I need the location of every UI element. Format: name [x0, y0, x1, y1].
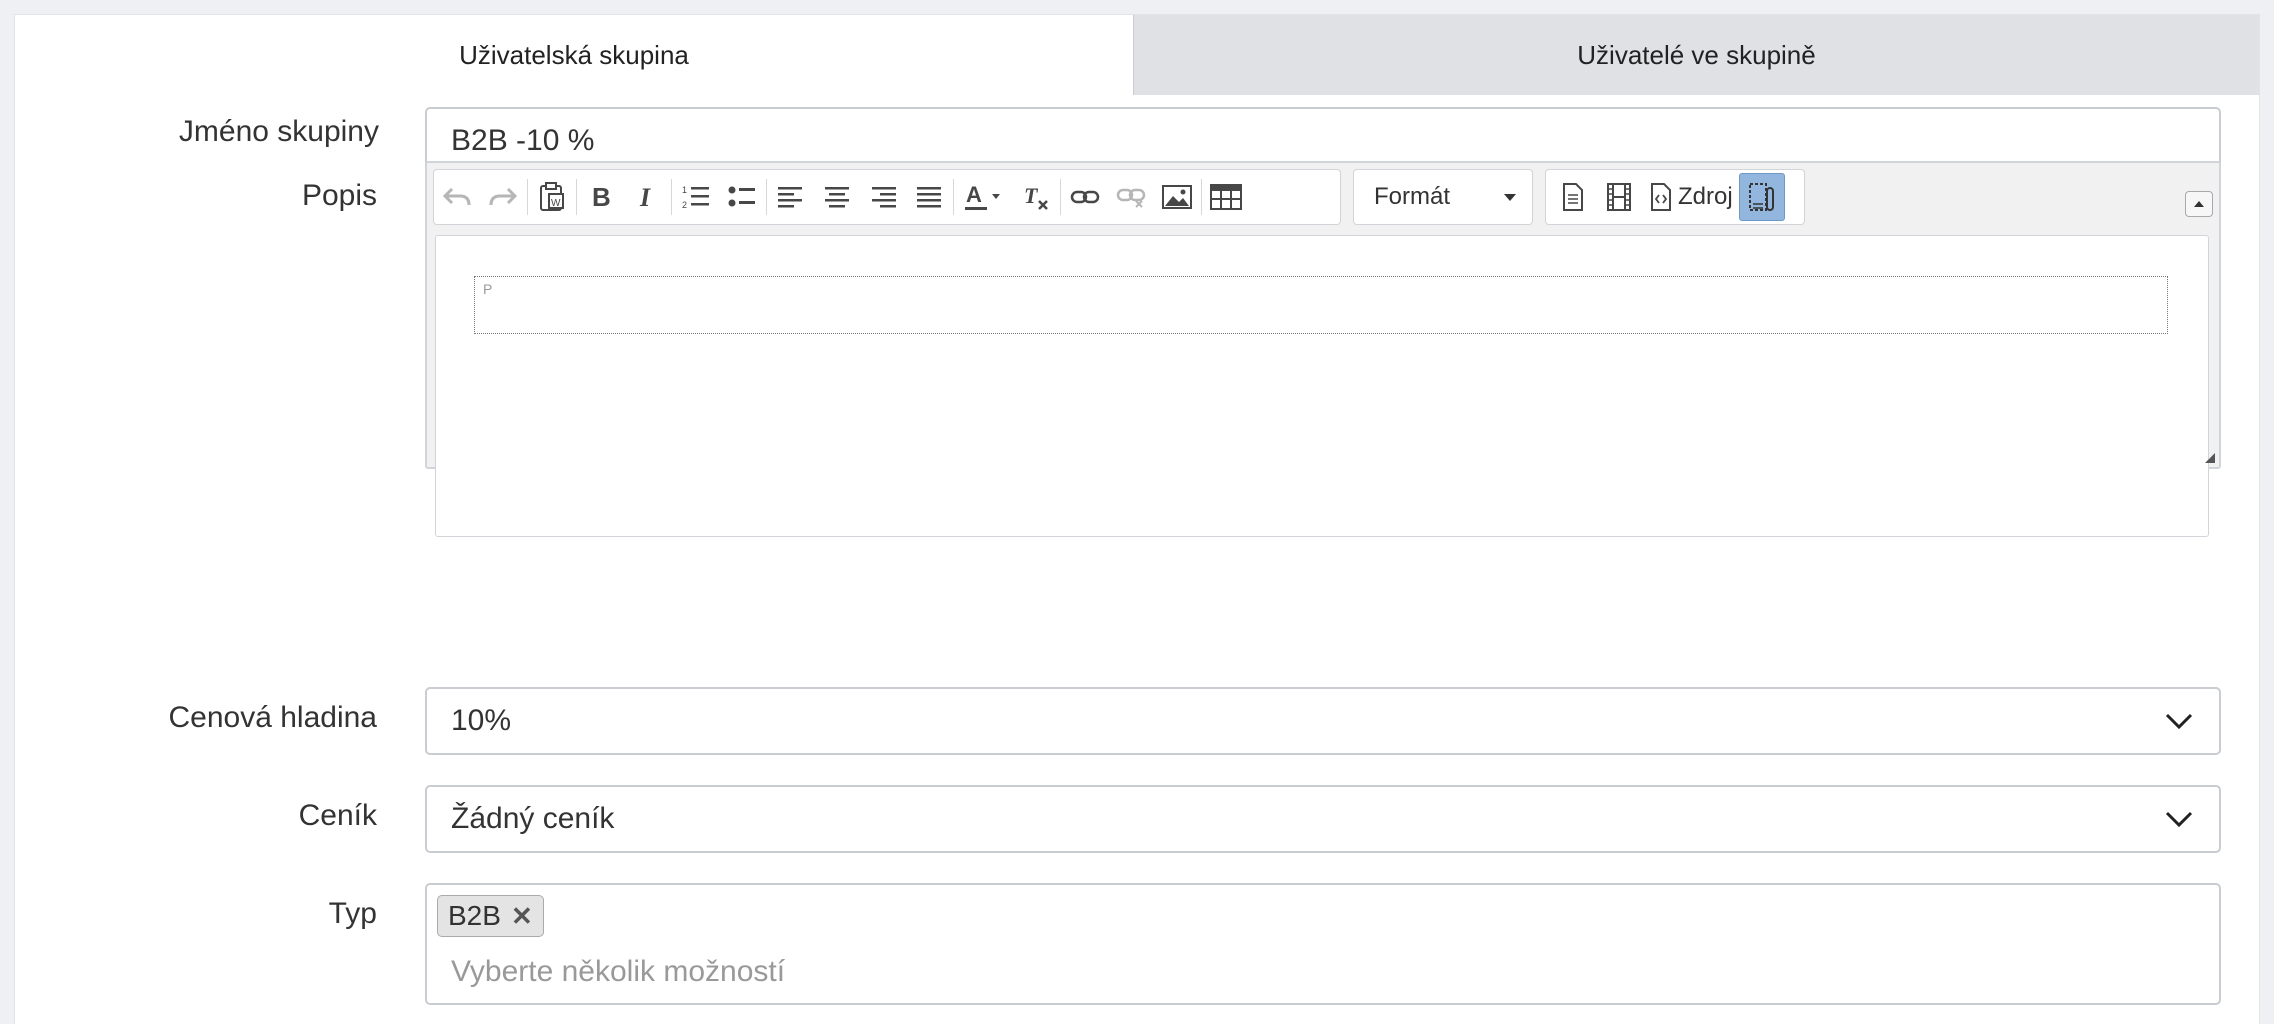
- italic-icon[interactable]: I: [624, 173, 670, 221]
- collapse-toolbar-button[interactable]: [2185, 191, 2213, 217]
- chevron-down-icon: [2165, 713, 2193, 730]
- paragraph-block[interactable]: P: [474, 276, 2168, 334]
- description-editor: W B I 12 A T Formát Zdroj P: [425, 161, 2221, 537]
- svg-text:1: 1: [682, 185, 687, 195]
- remove-chip-icon[interactable]: ✕: [511, 901, 533, 932]
- show-blocks-icon[interactable]: [1738, 173, 1785, 221]
- tab-bar: Uživatelská skupina Uživatelé ve skupině: [15, 15, 2259, 95]
- bold-icon[interactable]: B: [578, 173, 624, 221]
- align-left-icon[interactable]: [768, 173, 814, 221]
- type-chip-b2b: B2B ✕: [437, 895, 544, 937]
- table-icon[interactable]: [1203, 173, 1249, 221]
- price-level-label: Cenová hladina: [168, 701, 378, 734]
- redo-icon[interactable]: [480, 173, 526, 221]
- svg-text:I: I: [639, 183, 651, 211]
- format-dropdown-label: Formát: [1374, 183, 1451, 210]
- group-name-label: Jméno skupiny: [178, 115, 379, 148]
- align-right-icon[interactable]: [860, 173, 906, 221]
- price-list-value: Žádný ceník: [451, 802, 615, 835]
- toolbar-separator: [953, 179, 954, 215]
- editor-content-area[interactable]: P: [435, 235, 2209, 537]
- undo-icon[interactable]: [434, 173, 480, 221]
- image-icon[interactable]: [1154, 173, 1200, 221]
- bulleted-list-icon[interactable]: [719, 173, 765, 221]
- svg-text:A: A: [966, 182, 982, 207]
- price-level-value: 10%: [451, 704, 512, 737]
- source-icon: [1651, 183, 1671, 211]
- link-icon[interactable]: [1062, 173, 1108, 221]
- toolbar-separator: [1060, 179, 1061, 215]
- type-label: Typ: [328, 897, 377, 930]
- unlink-icon[interactable]: [1108, 173, 1154, 221]
- source-label: Zdroj: [1678, 183, 1733, 210]
- tab-users-in-group[interactable]: Uživatelé ve skupině: [1133, 15, 2259, 95]
- text-color-icon[interactable]: A: [955, 173, 1013, 221]
- type-search-placeholder[interactable]: Vyberte několik možností: [451, 955, 785, 989]
- justify-icon[interactable]: [906, 173, 952, 221]
- chevron-down-icon: [2165, 811, 2193, 828]
- triangle-up-icon: [2194, 201, 2204, 207]
- numbered-list-icon[interactable]: 12: [673, 173, 719, 221]
- block-tag-label: P: [483, 281, 493, 297]
- tab-user-group[interactable]: Uživatelská skupina: [15, 15, 1133, 95]
- svg-text:W: W: [551, 198, 561, 209]
- paste-word-icon[interactable]: W: [529, 173, 575, 221]
- svg-text:T: T: [1024, 183, 1039, 208]
- toolbar-separator: [1201, 179, 1202, 215]
- group-edit-card: Uživatelská skupina Uživatelé ve skupině…: [14, 14, 2260, 1024]
- caret-down-icon: [1504, 193, 1516, 201]
- toolbar-separator: [766, 179, 767, 215]
- price-level-select[interactable]: 10%: [425, 687, 2221, 755]
- chip-label: B2B: [448, 900, 501, 931]
- toolbar-separator: [671, 179, 672, 215]
- remove-format-icon[interactable]: T: [1013, 173, 1059, 221]
- price-list-select[interactable]: Žádný ceník: [425, 785, 2221, 853]
- type-multiselect[interactable]: B2B ✕ Vyberte několik možností: [425, 883, 2221, 1005]
- align-center-icon[interactable]: [814, 173, 860, 221]
- toolbar-group-document: Zdroj: [1545, 169, 1805, 225]
- toolbar-separator: [527, 179, 528, 215]
- toolbar-group-main: W B I 12 A T: [433, 169, 1341, 225]
- svg-text:B: B: [592, 183, 611, 211]
- editor-toolbar: W B I 12 A T Formát Zdroj: [427, 163, 2219, 235]
- resize-handle-icon[interactable]: [2205, 453, 2215, 463]
- description-label: Popis: [301, 179, 377, 212]
- svg-text:2: 2: [682, 200, 687, 210]
- price-list-label: Ceník: [298, 799, 377, 832]
- toolbar-separator: [576, 179, 577, 215]
- format-dropdown[interactable]: Formát: [1353, 169, 1533, 225]
- templates-icon[interactable]: [1550, 173, 1596, 221]
- media-icon[interactable]: [1596, 173, 1642, 221]
- source-button[interactable]: Zdroj: [1642, 173, 1739, 221]
